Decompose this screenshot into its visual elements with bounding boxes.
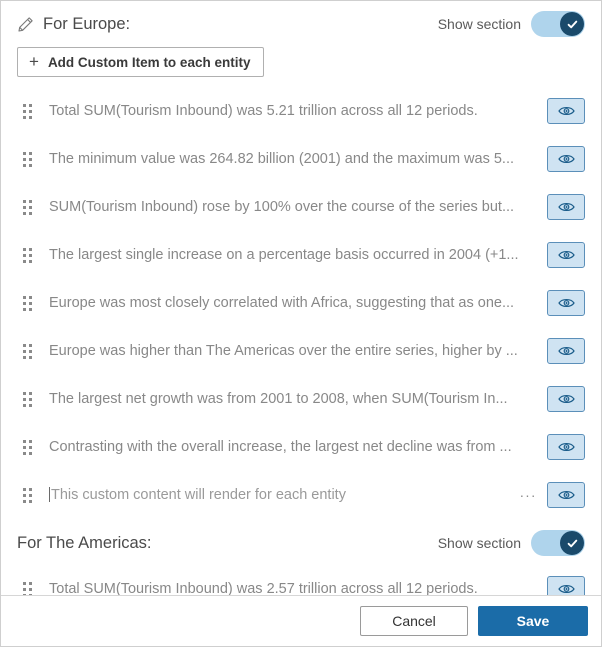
add-custom-item-button[interactable]: + Add Custom Item to each entity [17, 47, 265, 77]
list-item[interactable]: Contrasting with the overall increase, t… [17, 423, 585, 471]
eye-icon[interactable] [547, 146, 585, 172]
eye-icon[interactable] [547, 242, 585, 268]
list-item-text: Europe was most closely correlated with … [49, 295, 515, 311]
custom-content-input[interactable]: This custom content will render for each… [43, 487, 513, 503]
eye-icon[interactable] [547, 576, 585, 595]
cancel-button[interactable]: Cancel [360, 606, 468, 636]
list-item[interactable]: Europe was most closely correlated with … [17, 279, 585, 327]
drag-handle-icon[interactable] [17, 199, 43, 215]
list-item-text: Total SUM(Tourism Inbound) was 2.57 tril… [49, 581, 478, 596]
save-button[interactable]: Save [478, 606, 588, 636]
drag-handle-icon[interactable] [17, 247, 43, 263]
custom-content-placeholder: This custom content will render for each… [51, 487, 346, 503]
list-item[interactable]: The minimum value was 264.82 billion (20… [17, 135, 585, 183]
more-options-icon[interactable]: ··· [513, 488, 543, 502]
eye-icon[interactable] [547, 338, 585, 364]
list-item-text: The minimum value was 264.82 billion (20… [49, 151, 515, 167]
dialog-footer: Cancel Save [1, 596, 601, 646]
toggle-knob [560, 531, 584, 555]
list-item[interactable]: SUM(Tourism Inbound) rose by 100% over t… [17, 183, 585, 231]
edit-sections-dialog: For Europe: Show section + Add Custom It… [0, 0, 602, 647]
list-item-text: The largest net growth was from 2001 to … [49, 391, 508, 407]
drag-handle-icon[interactable] [17, 391, 43, 407]
eye-icon[interactable] [547, 386, 585, 412]
sections-list: For Europe: Show section + Add Custom It… [1, 1, 601, 596]
sections-scroll-area[interactable]: For Europe: Show section + Add Custom It… [1, 1, 601, 596]
drag-handle-icon[interactable] [17, 581, 43, 595]
eye-icon[interactable] [547, 290, 585, 316]
list-item-text: Contrasting with the overall increase, t… [49, 439, 512, 455]
check-icon [567, 20, 577, 28]
add-custom-item-label: Add Custom Item to each entity [47, 54, 251, 70]
pencil-icon[interactable] [17, 16, 43, 33]
plus-icon: + [29, 51, 39, 71]
eye-icon[interactable] [547, 482, 585, 508]
custom-content-item[interactable]: This custom content will render for each… [17, 471, 585, 519]
add-custom-item-row: + Add Custom Item to each entity [17, 45, 585, 87]
list-item[interactable]: The largest single increase on a percent… [17, 231, 585, 279]
list-item[interactable]: Total SUM(Tourism Inbound) was 2.57 tril… [17, 565, 585, 596]
show-section-toggle-europe[interactable] [531, 11, 585, 37]
drag-handle-icon[interactable] [17, 151, 43, 167]
list-item[interactable]: Total SUM(Tourism Inbound) was 5.21 tril… [17, 87, 585, 135]
show-section-label: Show section [437, 16, 521, 32]
eye-icon[interactable] [547, 194, 585, 220]
list-item-text: SUM(Tourism Inbound) rose by 100% over t… [49, 199, 515, 215]
text-caret [49, 487, 50, 502]
drag-handle-icon[interactable] [17, 343, 43, 359]
list-item[interactable]: Europe was higher than The Americas over… [17, 327, 585, 375]
section-header-europe: For Europe: Show section [17, 1, 585, 45]
list-item-text: The largest single increase on a percent… [49, 247, 519, 263]
show-section-toggle-the-americas[interactable] [531, 530, 585, 556]
section-title: For The Americas: [17, 533, 152, 552]
drag-handle-icon[interactable] [17, 439, 43, 455]
section-title: For Europe: [43, 14, 131, 33]
eye-icon[interactable] [547, 98, 585, 124]
list-item-text: Europe was higher than The Americas over… [49, 343, 518, 359]
list-item[interactable]: The largest net growth was from 2001 to … [17, 375, 585, 423]
drag-handle-icon[interactable] [17, 487, 43, 503]
section-header-the-americas: For The Americas: Show section [17, 519, 585, 565]
eye-icon[interactable] [547, 434, 585, 460]
drag-handle-icon[interactable] [17, 103, 43, 119]
show-section-label: Show section [437, 535, 521, 551]
drag-handle-icon[interactable] [17, 295, 43, 311]
list-item-text: Total SUM(Tourism Inbound) was 5.21 tril… [49, 103, 478, 119]
toggle-knob [560, 12, 584, 36]
check-icon [567, 539, 577, 547]
